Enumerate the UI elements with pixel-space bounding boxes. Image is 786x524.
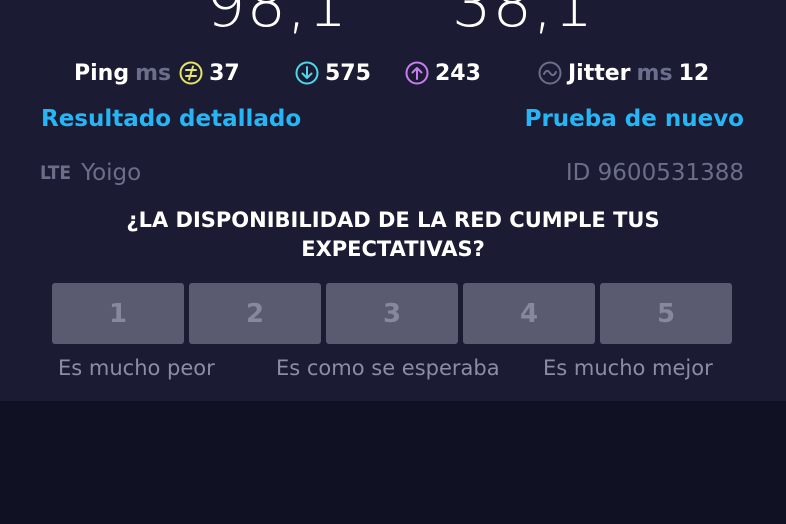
test-again-link[interactable]: Prueba de nuevo — [525, 106, 744, 132]
test-id: ID 9600531388 — [565, 160, 744, 186]
scale-label-mid: Es como se esperaba — [276, 356, 500, 380]
rating-button-1[interactable]: 1 — [52, 283, 184, 344]
download-arrow-icon — [295, 61, 319, 85]
ping-icon — [179, 61, 203, 85]
ping-value: 37 — [209, 60, 240, 86]
jitter-value: 12 — [678, 60, 710, 86]
ping-metric: Ping ms 37 — [74, 57, 240, 89]
ping-label: Ping — [74, 60, 130, 86]
scale-label-high: Es mucho mejor — [543, 356, 713, 380]
upload-speed-value: 38,1 — [452, 0, 595, 41]
rating-buttons: 1 2 3 4 5 — [52, 283, 732, 344]
scale-label-low: Es mucho peor — [58, 356, 215, 380]
carrier-name: Yoigo — [81, 160, 142, 186]
jitter-unit: ms — [636, 60, 673, 86]
connection-info: LTE Yoigo — [40, 160, 141, 186]
rating-button-3[interactable]: 3 — [326, 283, 458, 344]
upload-arrow-icon — [405, 61, 429, 85]
survey-question-line2: EXPECTATIVAS? — [301, 237, 485, 261]
rating-button-5[interactable]: 5 — [600, 283, 732, 344]
jitter-wave-icon — [538, 61, 562, 85]
download-metric: 575 — [295, 57, 371, 89]
upload-metric: 243 — [405, 57, 481, 89]
download-ms-value: 575 — [325, 60, 371, 86]
survey-question-line1: ¿LA DISPONIBILIDAD DE LA RED CUMPLE TUS — [126, 208, 660, 232]
detailed-result-link[interactable]: Resultado detallado — [41, 106, 301, 132]
rating-button-2[interactable]: 2 — [189, 283, 321, 344]
network-technology: LTE — [40, 162, 72, 184]
download-speed-value: 98,1 — [206, 0, 349, 41]
ping-unit: ms — [135, 60, 172, 86]
rating-button-4[interactable]: 4 — [463, 283, 595, 344]
survey-question: ¿LA DISPONIBILIDAD DE LA RED CUMPLE TUS … — [0, 206, 786, 264]
jitter-label: Jitter — [568, 60, 631, 86]
upload-ms-value: 243 — [435, 60, 481, 86]
bottom-background — [0, 401, 786, 524]
results-panel: 98,1 38,1 Ping ms 37 575 243 Jitter ms 1… — [0, 0, 786, 401]
jitter-metric: Jitter ms 12 — [538, 57, 709, 89]
